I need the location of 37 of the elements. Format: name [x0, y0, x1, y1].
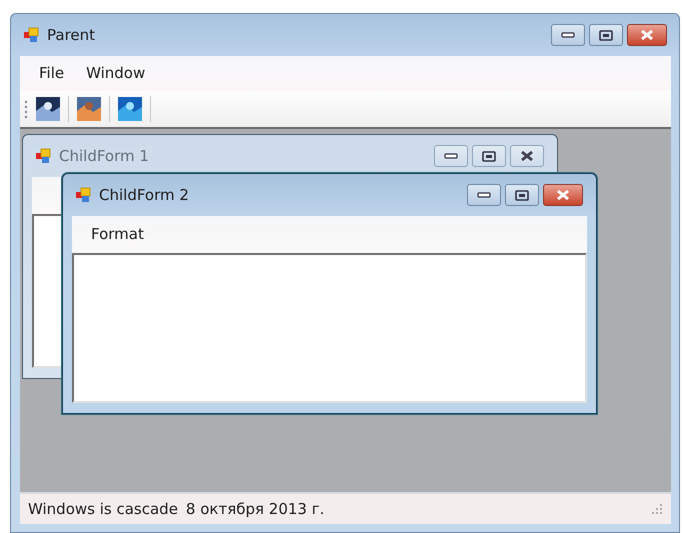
- maximize-icon: [515, 190, 529, 200]
- menu-item[interactable]: Format: [80, 223, 155, 246]
- minimize-button[interactable]: [551, 24, 585, 46]
- window-title: ChildForm 2: [99, 184, 189, 206]
- maximize-icon: [482, 150, 496, 162]
- status-text: 8 октября 2013 г.: [186, 498, 324, 520]
- minimize-icon: [444, 151, 458, 161]
- text-area[interactable]: [32, 214, 63, 368]
- resize-grip-icon: [651, 503, 663, 515]
- app-icon: [36, 148, 51, 164]
- maximize-button[interactable]: [472, 145, 506, 167]
- status-text: Windows is cascade: [28, 498, 178, 520]
- toolbar-button[interactable]: [36, 97, 60, 121]
- maximize-button[interactable]: [589, 24, 623, 46]
- close-button[interactable]: [627, 24, 667, 46]
- menu-item[interactable]: File: [28, 62, 76, 85]
- maximize-icon: [599, 30, 613, 40]
- close-button[interactable]: [543, 184, 583, 206]
- menu-bar: [32, 177, 63, 214]
- window-title: ChildForm 1: [59, 146, 149, 167]
- maximize-button[interactable]: [505, 184, 539, 206]
- toolbar-grip-icon: [24, 99, 28, 119]
- close-icon: [556, 189, 570, 201]
- close-icon: [640, 29, 654, 41]
- minimize-button[interactable]: [434, 145, 468, 167]
- window-title: Parent: [47, 24, 96, 46]
- app-icon: [24, 27, 39, 43]
- menu-item[interactable]: Window: [75, 62, 156, 85]
- image-icon: [36, 97, 60, 121]
- image-icon: [118, 97, 142, 121]
- close-icon: [520, 150, 534, 162]
- close-button[interactable]: [510, 145, 544, 167]
- app-icon: [76, 187, 91, 203]
- minimize-button[interactable]: [467, 184, 501, 206]
- minimize-icon: [561, 30, 575, 40]
- minimize-icon: [477, 190, 491, 200]
- image-icon: [77, 97, 101, 121]
